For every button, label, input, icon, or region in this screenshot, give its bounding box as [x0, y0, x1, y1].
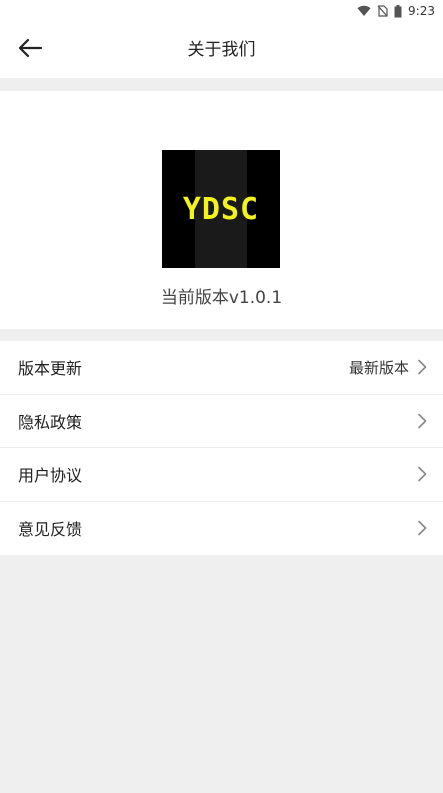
settings-menu: 版本更新 最新版本 隐私政策 用户协议 意见反馈 [0, 341, 443, 555]
no-sim-icon [377, 5, 388, 17]
nav-bar: 关于我们 [0, 22, 443, 78]
app-logo: YDSC [162, 150, 280, 268]
status-time: 9:23 [408, 4, 435, 18]
menu-item-label: 隐私政策 [18, 412, 83, 432]
back-button[interactable] [10, 32, 50, 68]
app-info-card: YDSC 当前版本v1.0.1 [0, 91, 443, 329]
page-title: 关于我们 [187, 40, 256, 60]
chevron-right-icon [417, 466, 427, 482]
chevron-right-icon [417, 413, 427, 429]
menu-item-feedback[interactable]: 意见反馈 [0, 502, 443, 556]
back-arrow-icon [17, 38, 43, 62]
menu-item-value: 最新版本 [348, 358, 409, 377]
chevron-right-icon [417, 520, 427, 536]
chevron-right-icon [417, 359, 427, 375]
battery-icon [394, 4, 402, 18]
menu-item-user-agreement[interactable]: 用户协议 [0, 448, 443, 502]
menu-item-privacy-policy[interactable]: 隐私政策 [0, 395, 443, 448]
menu-item-label: 用户协议 [18, 466, 83, 486]
menu-item-version-update[interactable]: 版本更新 最新版本 [0, 341, 443, 395]
menu-item-label: 意见反馈 [18, 520, 83, 540]
status-bar: 9:23 [0, 0, 443, 22]
wifi-icon [357, 5, 371, 17]
version-text: 当前版本v1.0.1 [160, 288, 283, 308]
menu-item-label: 版本更新 [18, 359, 83, 379]
logo-text: YDSC [182, 192, 260, 227]
